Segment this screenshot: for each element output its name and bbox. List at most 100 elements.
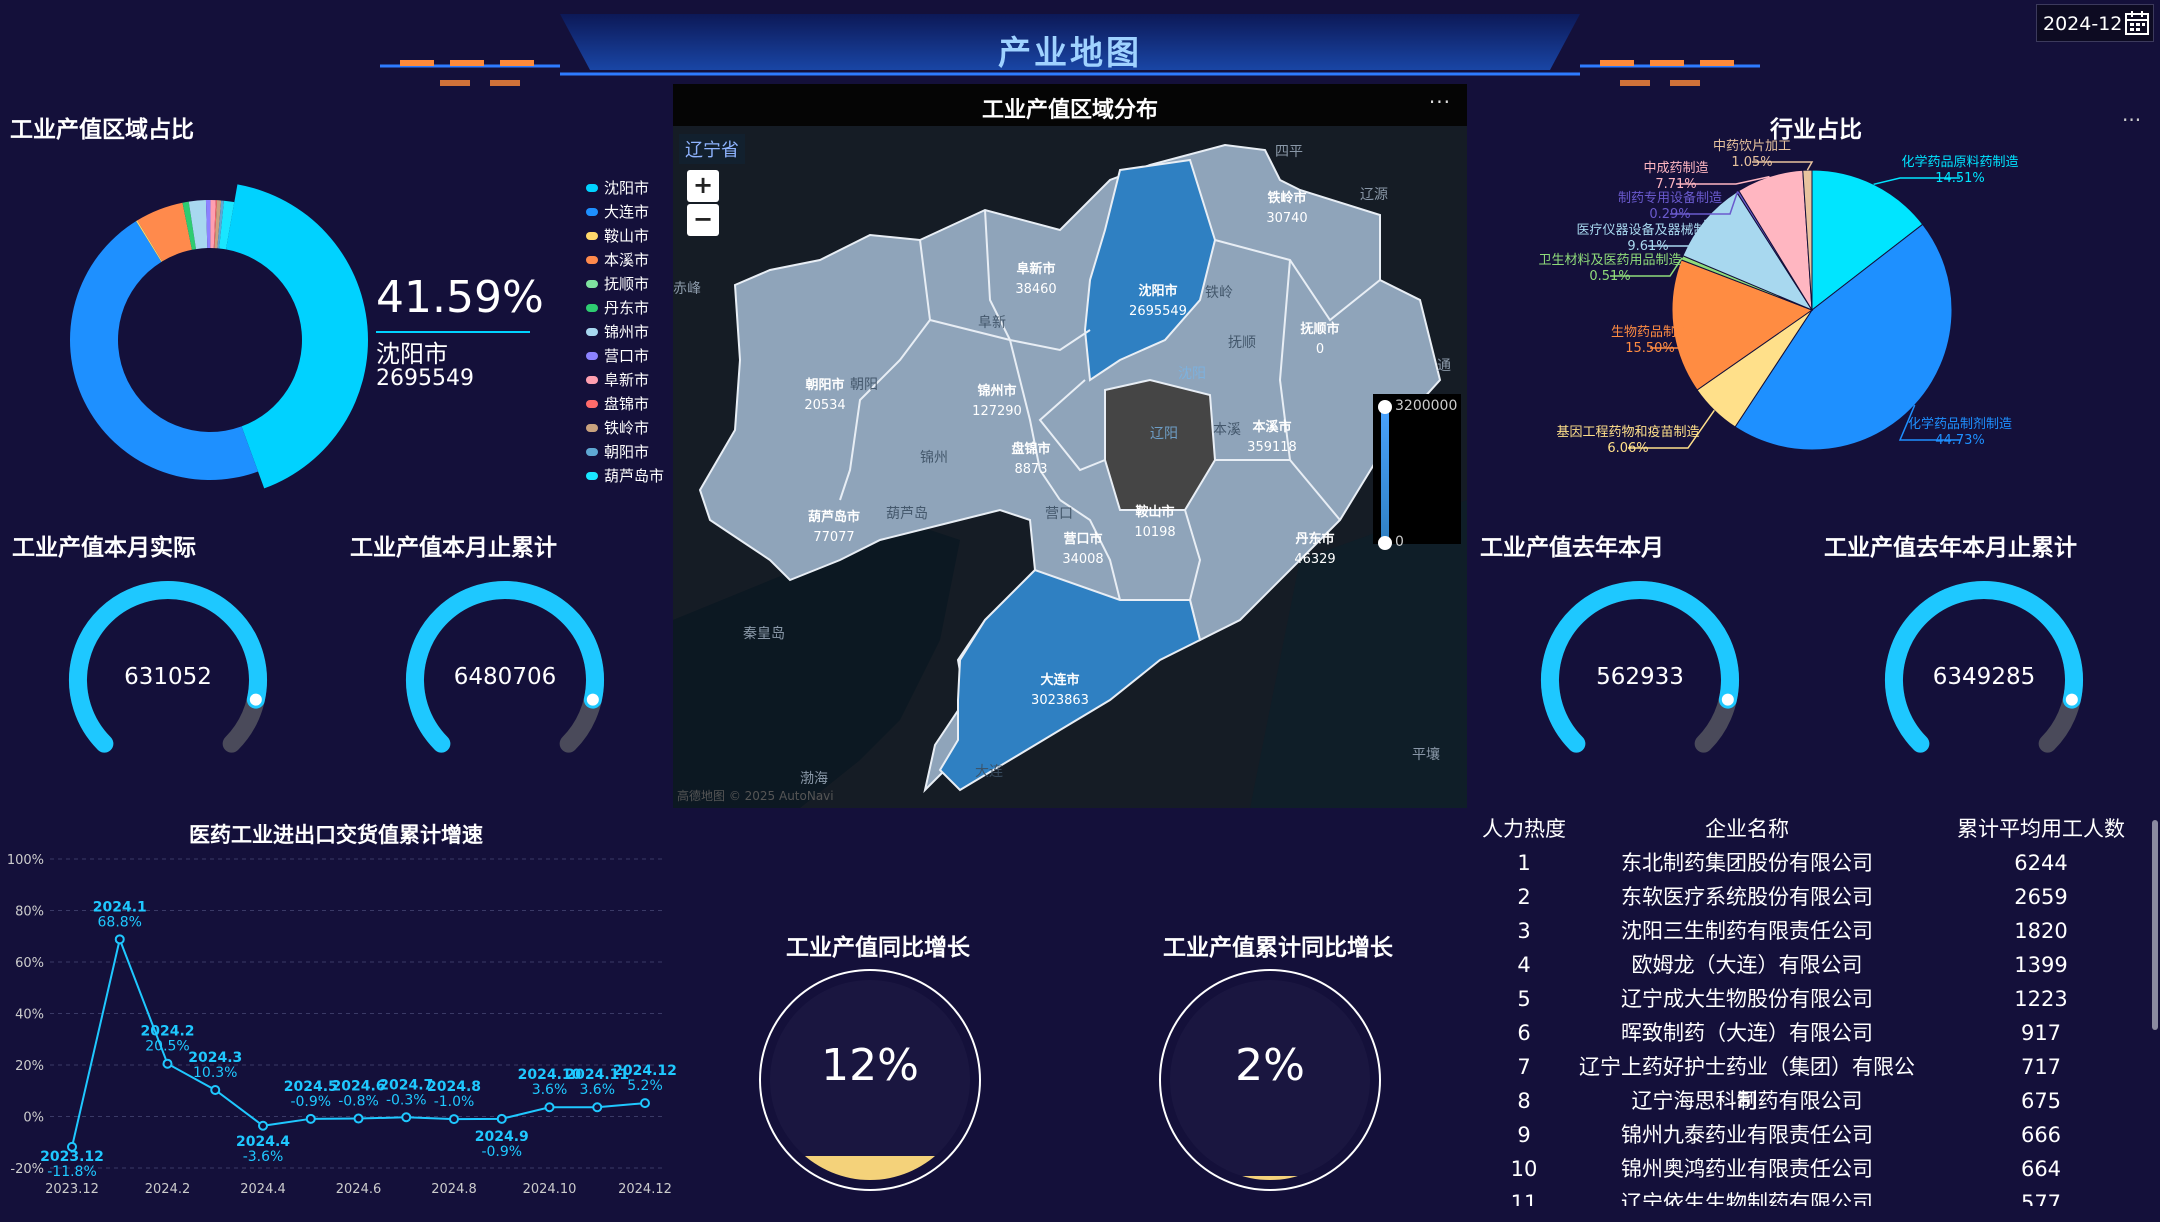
employees-cell: 675 [2020, 1089, 2062, 1113]
map-city-label[interactable]: 大连市 3023863 [1010, 671, 1110, 711]
employees-cell: 6244 [2014, 851, 2068, 875]
table-scrollbar[interactable] [2152, 820, 2158, 1030]
map-panel[interactable]: 工业产值区域分布 ··· 辽宁省 + − 铁岭市 30740 阜新市 38460 沈阳市… [673, 84, 1467, 808]
calendar-icon[interactable] [2124, 10, 2150, 36]
legend-item[interactable]: 阜新市 [586, 368, 664, 392]
map-city-label[interactable]: 盘锦市 8873 [981, 440, 1081, 480]
map-city-label[interactable]: 葫芦岛市 77077 [784, 508, 884, 548]
point-value-label: -1.0% [434, 1094, 475, 1110]
map-city-label[interactable]: 营口市 34008 [1033, 530, 1133, 570]
employees-cell: 2659 [2014, 885, 2068, 909]
data-point[interactable] [162, 1058, 173, 1069]
legend-label: 鞍山市 [604, 227, 650, 245]
x-tick-label: 2024.2 [145, 1182, 191, 1197]
point-value-label: -0.9% [290, 1094, 331, 1110]
table-row[interactable]: 9 锦州九泰药业有限责任公司 666 [1476, 1118, 2160, 1152]
basemap-label: 本溪 [1213, 422, 1241, 438]
industry-more-icon[interactable]: ··· [2122, 108, 2141, 132]
industry-percent: 15.50% [1625, 341, 1675, 356]
table-row[interactable]: 3 沈阳三生制药有限责任公司 1820 [1476, 914, 2160, 948]
industry-percent: 7.71% [1655, 177, 1696, 192]
map-city-label[interactable]: 阜新市 38460 [986, 260, 1086, 300]
data-point[interactable] [114, 934, 125, 945]
point-value-label: -0.8% [338, 1094, 379, 1110]
basemap-label: 渤海 [800, 771, 828, 787]
basemap-label: 沈阳 [1178, 366, 1206, 382]
industry-percent: 0.51% [1589, 269, 1630, 284]
legend-item[interactable]: 锦州市 [586, 320, 664, 344]
map-more-icon[interactable]: ··· [1429, 90, 1451, 114]
legend-item[interactable]: 丹东市 [586, 296, 664, 320]
point-date-label: 2024.4 [236, 1134, 290, 1150]
ring-fill-level [1170, 1176, 1370, 1180]
table-row[interactable]: 10 锦州奥鸿药业有限责任公司 664 [1476, 1152, 2160, 1186]
map-city-label[interactable]: 铁岭市 30740 [1237, 189, 1337, 229]
legend-item[interactable]: 本溪市 [586, 248, 664, 272]
table-row[interactable]: 11 辽宁依生生物制药有限公司 577 [1476, 1186, 2160, 1206]
employees-cell: 664 [2020, 1157, 2062, 1181]
industry-percent: 44.73% [1935, 433, 1985, 448]
legend-item[interactable]: 葫芦岛市 [586, 464, 664, 488]
map-city-label[interactable]: 抚顺市 0 [1270, 320, 1370, 360]
legend-item[interactable]: 盘锦市 [586, 392, 664, 416]
data-point[interactable] [449, 1114, 459, 1125]
legend-item[interactable]: 沈阳市 [586, 176, 664, 200]
map-city-label[interactable]: 沈阳市 2695549 [1108, 282, 1208, 322]
legend-item[interactable]: 朝阳市 [586, 440, 664, 464]
industry-share-pie: 化学药品原料药制造14.51% 化学药品制剂制造44.73% 基因工程药物和疫苗制造… [1538, 139, 2018, 456]
map-city-label[interactable]: 丹东市 46329 [1265, 530, 1365, 570]
rank-cell: 3 [1517, 919, 1531, 943]
table-row[interactable]: 1 东北制药集团股份有限公司 6244 [1476, 846, 2160, 880]
city-name: 锦州市 [977, 384, 1017, 399]
city-value: 34008 [1062, 552, 1104, 567]
map-city-label[interactable]: 锦州市 127290 [947, 382, 1047, 422]
zoom-in-button[interactable]: + [687, 170, 719, 202]
legend-item[interactable]: 大连市 [586, 200, 664, 224]
y-tick-label: 0% [23, 1111, 44, 1126]
basemap-label: 四平 [1275, 144, 1303, 160]
legend-swatch [586, 376, 598, 384]
company-cell: 锦州奥鸿药业有限责任公司 [1621, 1157, 1873, 1181]
legend-item[interactable]: 鞍山市 [586, 224, 664, 248]
gauge-pointer [586, 693, 599, 706]
data-point[interactable] [353, 1113, 364, 1124]
data-point[interactable] [592, 1102, 603, 1113]
visual-map-control[interactable]: 3200000 0 [1373, 394, 1461, 550]
company-cell: 东软医疗系统股份有限公司 [1621, 885, 1873, 909]
legend-item[interactable]: 铁岭市 [586, 416, 664, 440]
header-company[interactable]: 企业名称 [1572, 812, 1922, 846]
visual-map-handle-top[interactable] [1378, 400, 1392, 414]
table-row[interactable]: 7 辽宁上药好护士药业（集团）有限公司 717 [1476, 1050, 2160, 1113]
point-date-label: 2024.8 [427, 1079, 481, 1095]
data-point[interactable] [544, 1102, 555, 1113]
table-row[interactable]: 6 晖致制药（大连）有限公司 917 [1476, 1016, 2160, 1050]
data-point[interactable] [258, 1120, 268, 1131]
gauge-3-title: 工业产值去年本月 [1480, 535, 1664, 561]
table-row[interactable]: 4 欧姆龙（大连）有限公司 1399 [1476, 948, 2160, 982]
legend-swatch [586, 256, 598, 264]
legend-swatch [586, 328, 598, 336]
legend-item[interactable]: 营口市 [586, 344, 664, 368]
table-row[interactable]: 8 辽宁海思科制药有限公司 675 [1476, 1084, 2160, 1118]
gauge-value: 6480706 [453, 664, 557, 690]
table-row[interactable]: 2 东软医疗系统股份有限公司 2659 [1476, 880, 2160, 914]
basemap-label: 阜新 [978, 315, 1006, 331]
point-date-label: 2024.6 [331, 1079, 385, 1095]
visual-map-handle-bottom[interactable] [1378, 536, 1392, 550]
data-point[interactable] [305, 1113, 316, 1124]
city-name: 盘锦市 [1011, 442, 1051, 457]
data-point[interactable] [401, 1112, 412, 1123]
data-point[interactable] [496, 1113, 507, 1124]
data-point[interactable] [210, 1084, 221, 1095]
header-employees[interactable]: 累计平均用工人数 [1922, 812, 2160, 846]
province-label[interactable]: 辽宁省 [679, 134, 745, 164]
region-share-title: 工业产值区域占比 [10, 117, 194, 143]
city-name: 葫芦岛市 [807, 510, 860, 525]
ring-fill-level [770, 1156, 970, 1180]
zoom-out-button[interactable]: − [687, 204, 719, 236]
legend-item[interactable]: 抚顺市 [586, 272, 664, 296]
header-heat[interactable]: 人力热度 [1476, 812, 1572, 846]
visual-map-bar[interactable] [1381, 404, 1389, 544]
table-row[interactable]: 5 辽宁成大生物股份有限公司 1223 [1476, 982, 2160, 1016]
data-point[interactable] [640, 1098, 650, 1109]
